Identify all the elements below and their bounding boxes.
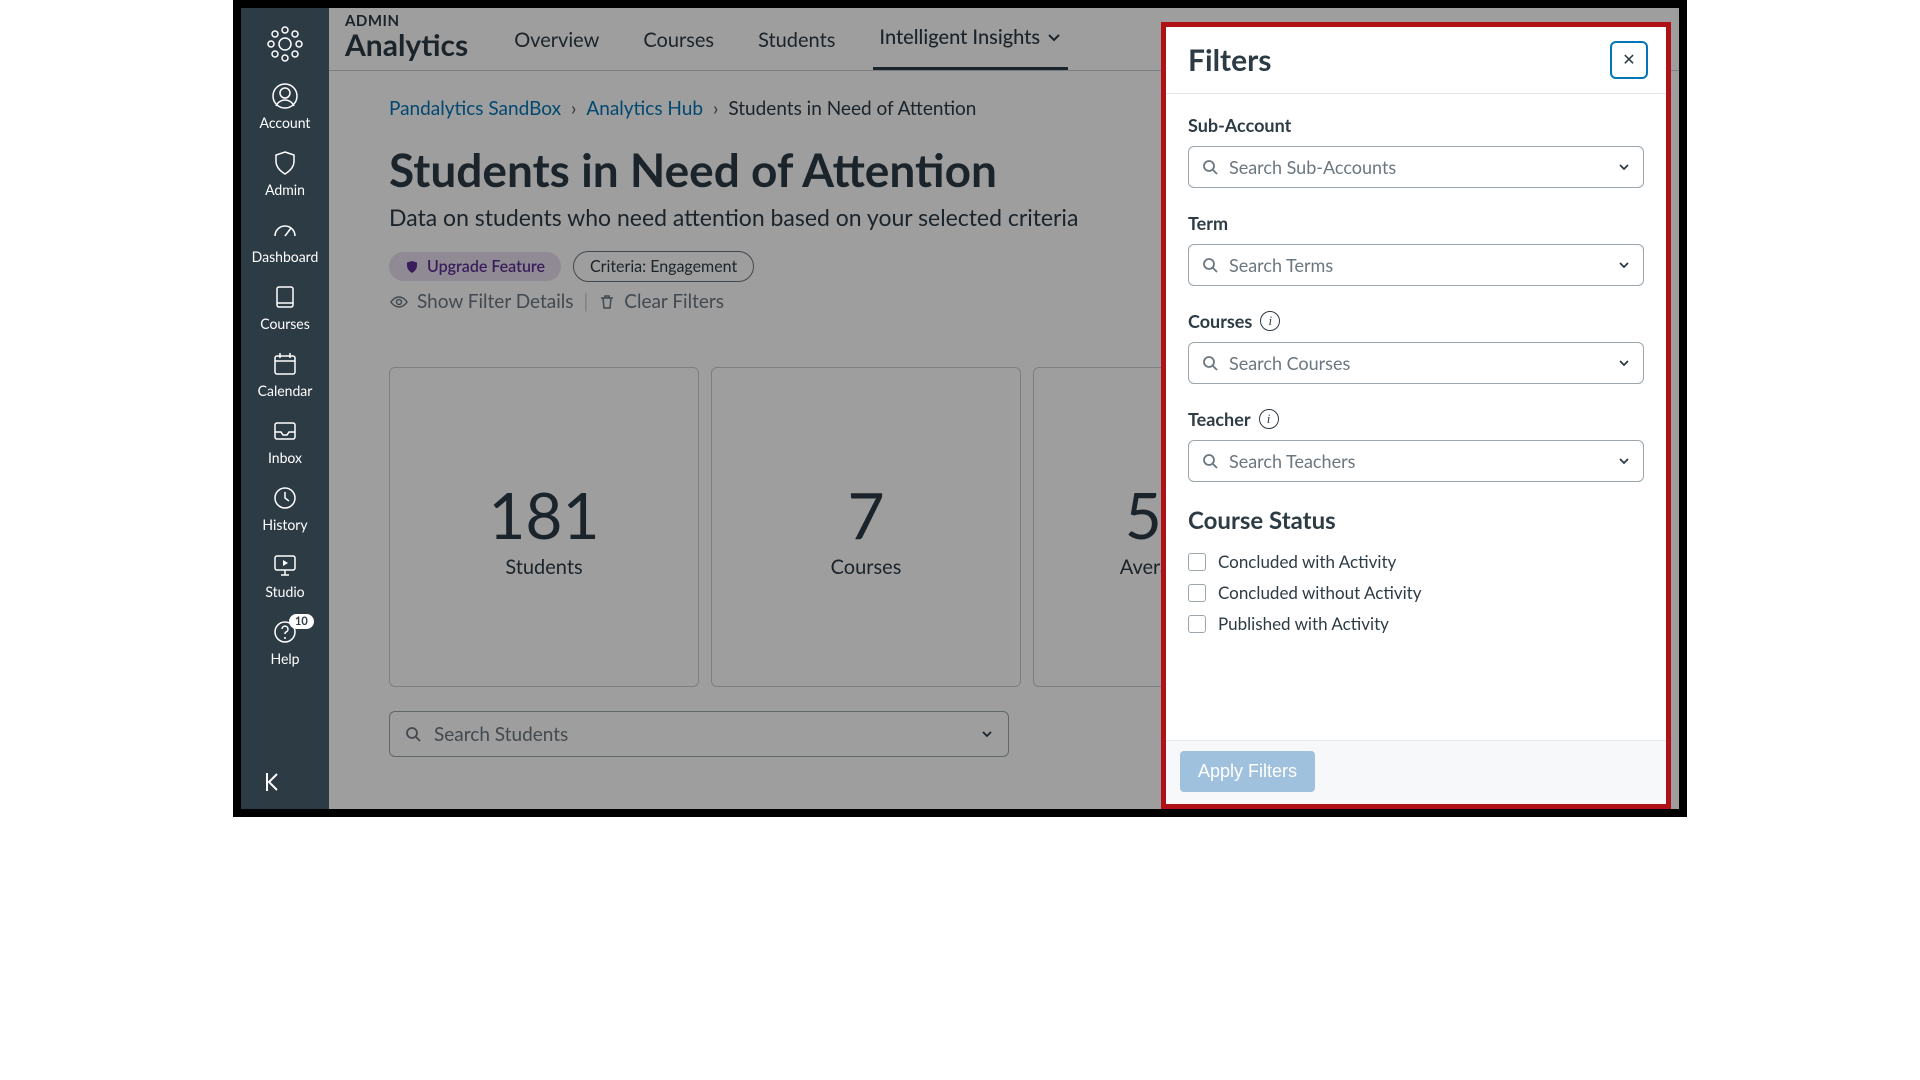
- field-label-courses: Courses i: [1188, 310, 1644, 332]
- inbox-icon: [271, 417, 299, 445]
- chevron-down-icon: [1617, 356, 1631, 370]
- show-filter-details-link[interactable]: Show Filter Details: [389, 290, 574, 313]
- search-placeholder: Search Students: [434, 723, 568, 746]
- collapse-nav-button[interactable]: [241, 755, 329, 809]
- tab-intelligent-insights[interactable]: Intelligent Insights: [873, 25, 1068, 70]
- search-icon: [404, 725, 422, 743]
- checkbox-icon: [1188, 553, 1206, 571]
- gauge-icon: [271, 216, 299, 244]
- chevron-right-icon: ›: [713, 97, 718, 120]
- stat-card-courses: 7 Courses: [711, 367, 1021, 687]
- clear-filters-link[interactable]: Clear Filters: [598, 290, 724, 313]
- nav-inbox[interactable]: Inbox: [241, 411, 329, 478]
- course-status-title: Course Status: [1188, 506, 1644, 535]
- courses-combobox[interactable]: Search Courses: [1188, 342, 1644, 384]
- eye-icon: [389, 292, 409, 312]
- header-title: Analytics: [345, 30, 468, 60]
- stat-card-students: 181 Students: [389, 367, 699, 687]
- search-students-input[interactable]: Search Students: [389, 711, 1009, 757]
- close-icon: ✕: [1622, 50, 1635, 70]
- field-label-subaccount: Sub-Account: [1188, 114, 1644, 136]
- info-icon[interactable]: i: [1259, 409, 1279, 429]
- field-label-teacher: Teacher i: [1188, 408, 1644, 430]
- combo-placeholder: Search Terms: [1229, 254, 1333, 276]
- monitor-icon: [271, 551, 299, 579]
- combo-placeholder: Search Sub-Accounts: [1229, 156, 1396, 178]
- global-nav-sidebar: Account Admin Dashboard Courses: [241, 8, 329, 809]
- nav-history[interactable]: History: [241, 478, 329, 545]
- checkbox-concluded-no-activity[interactable]: Concluded without Activity: [1188, 582, 1644, 603]
- close-filters-button[interactable]: ✕: [1610, 41, 1648, 79]
- filters-title: Filters: [1188, 42, 1271, 78]
- nav-account[interactable]: Account: [241, 76, 329, 143]
- nav-dashboard-label: Dashboard: [252, 248, 319, 265]
- checkbox-concluded-activity[interactable]: Concluded with Activity: [1188, 551, 1644, 572]
- shield-icon: [271, 149, 299, 177]
- chevron-right-icon: ›: [571, 97, 576, 120]
- chevron-down-icon: [1617, 454, 1631, 468]
- nav-account-label: Account: [260, 114, 311, 131]
- teacher-combobox[interactable]: Search Teachers: [1188, 440, 1644, 482]
- field-label-term: Term: [1188, 212, 1644, 234]
- nav-history-label: History: [262, 516, 307, 533]
- stat-label: Students: [505, 555, 582, 579]
- tab-courses[interactable]: Courses: [637, 28, 720, 70]
- stat-value: 181: [488, 476, 599, 553]
- checkbox-icon: [1188, 584, 1206, 602]
- book-icon: [271, 283, 299, 311]
- checkbox-icon: [1188, 615, 1206, 633]
- chevron-down-icon: [1617, 160, 1631, 174]
- breadcrumb-current: Students in Need of Attention: [728, 97, 976, 120]
- nav-inbox-label: Inbox: [268, 449, 302, 466]
- nav-admin-label: Admin: [265, 181, 305, 198]
- term-combobox[interactable]: Search Terms: [1188, 244, 1644, 286]
- chevron-down-icon: [1617, 258, 1631, 272]
- shield-filled-icon: [405, 260, 419, 274]
- checkbox-published-activity[interactable]: Published with Activity: [1188, 613, 1644, 634]
- trash-icon: [598, 293, 616, 311]
- breadcrumb-link-1[interactable]: Analytics Hub: [586, 97, 703, 120]
- nav-calendar[interactable]: Calendar: [241, 344, 329, 411]
- chevron-down-icon: [980, 727, 994, 741]
- calendar-icon: [271, 350, 299, 378]
- tab-students[interactable]: Students: [752, 28, 841, 70]
- combo-placeholder: Search Courses: [1229, 352, 1350, 374]
- stat-label: Courses: [831, 555, 902, 579]
- search-icon: [1201, 452, 1219, 470]
- nav-admin[interactable]: Admin: [241, 143, 329, 210]
- apply-filters-button[interactable]: Apply Filters: [1180, 751, 1315, 792]
- nav-courses[interactable]: Courses: [241, 277, 329, 344]
- nav-studio[interactable]: Studio: [241, 545, 329, 612]
- upgrade-feature-chip[interactable]: Upgrade Feature: [389, 252, 561, 281]
- filters-panel: Filters ✕ Sub-Account Search Sub-Account…: [1161, 22, 1671, 809]
- nav-dashboard[interactable]: Dashboard: [241, 210, 329, 277]
- chevron-down-icon: [1046, 29, 1062, 45]
- nav-courses-label: Courses: [260, 315, 310, 332]
- nav-help-label: Help: [270, 650, 299, 667]
- search-icon: [1201, 354, 1219, 372]
- search-icon: [1201, 256, 1219, 274]
- user-icon: [271, 82, 299, 110]
- nav-calendar-label: Calendar: [258, 382, 313, 399]
- info-icon[interactable]: i: [1260, 311, 1280, 331]
- criteria-chip[interactable]: Criteria: Engagement: [573, 251, 754, 282]
- nav-help[interactable]: 10 Help: [241, 612, 329, 679]
- tab-overview[interactable]: Overview: [508, 28, 605, 70]
- stat-value: 7: [847, 476, 884, 553]
- help-badge: 10: [289, 614, 314, 629]
- clock-icon: [271, 484, 299, 512]
- nav-studio-label: Studio: [265, 583, 304, 600]
- combo-placeholder: Search Teachers: [1229, 450, 1355, 472]
- breadcrumb-link-0[interactable]: Pandalytics SandBox: [389, 97, 561, 120]
- brand-logo[interactable]: [263, 22, 307, 66]
- search-icon: [1201, 158, 1219, 176]
- subaccount-combobox[interactable]: Search Sub-Accounts: [1188, 146, 1644, 188]
